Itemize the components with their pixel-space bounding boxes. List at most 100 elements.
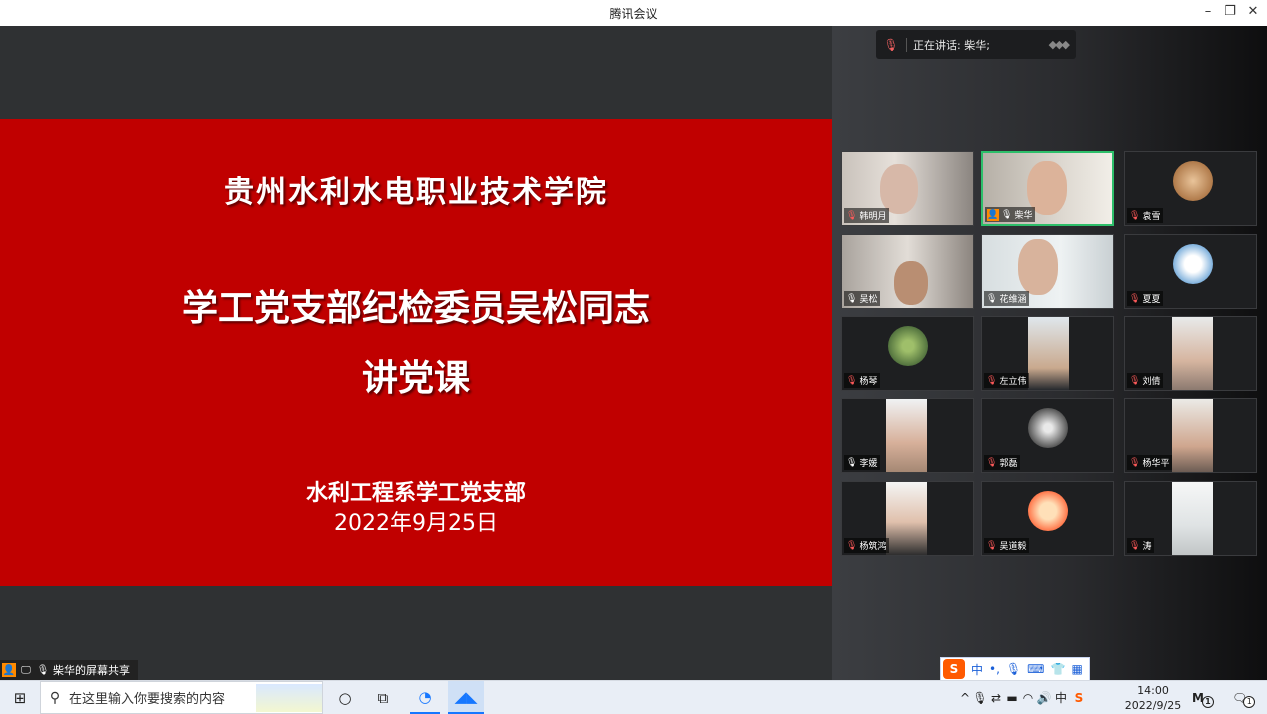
wifi-icon[interactable]: ◠ [1020,691,1036,705]
participant-label: 👤 🎙 柴华 [985,207,1036,222]
audio-wave-icon: ◆◆◆ [1048,38,1070,51]
windows-start-icon[interactable]: ⊞ [6,681,34,714]
presentation-slide: 贵州水利水电职业技术学院 学工党支部纪检委员吴松同志 讲党课 水利工程系学工党支… [0,119,832,586]
meeting-tray-icon[interactable]: M 1 [1192,681,1214,714]
person-face [880,164,918,214]
microphone-icon: 🎙 [846,457,858,468]
network-share-icon[interactable]: ⇄ [988,691,1004,705]
voice-input-icon[interactable]: 🎙 [1006,662,1021,676]
ime-toolbar[interactable]: S 中 •, 🎙 ⌨ 👕 ▦ [940,657,1090,681]
participant-label: 🎙 夏夏 [1127,291,1164,306]
punctuation-icon[interactable]: •, [989,662,1000,676]
video-feed [1172,399,1213,472]
participant-label: 🎙 吴松 [844,291,881,306]
participant-tile[interactable]: 🎙 吴松 [841,234,974,309]
slide-department: 水利工程系学工党支部 [305,481,526,506]
participant-tile[interactable]: 🎙 刘倩 [1124,316,1257,391]
participant-tile[interactable]: 🎙 袁雪 [1124,151,1257,226]
participant-label: 🎙 花维涵 [984,291,1030,306]
participant-label: 🎙 左立伟 [984,373,1030,388]
taskbar: ⊞ ⚲ 在这里输入你要搜索的内容 ○ ⧉ ◔ ◢◣ ^ 🎙 ⇄ ▬ ◠ 🔊 中 … [0,680,1267,714]
system-tray: ^ 🎙 ⇄ ▬ ◠ 🔊 中 S [958,681,1088,714]
slide-headline-line1: 学工党支部纪检委员吴松同志 [181,288,650,329]
tencent-meeting-app-icon[interactable]: ◢◣ [448,681,484,714]
cortana-icon[interactable]: ○ [332,681,358,714]
microphone-icon: 🎙 [986,293,998,304]
search-icon: ⚲ [49,689,61,706]
clock-date: 2022/9/25 [1124,699,1182,712]
participant-tile[interactable]: 🎙 花维涵 [981,234,1114,309]
window-title: 腾讯会议 [609,7,658,21]
sogou-tray-icon[interactable]: S [1070,691,1088,705]
participant-tile-active[interactable]: 👤 🎙 柴华 [981,151,1114,226]
participant-tile[interactable]: 🎙 杨琴 [841,316,974,391]
participant-label: 🎙 郭磊 [984,455,1021,470]
participant-tile[interactable]: 🎙 杨华平 [1124,398,1257,473]
participant-tile[interactable]: 🎙 左立伟 [981,316,1114,391]
keyboard-icon[interactable]: ⌨ [1027,662,1044,676]
speaking-indicator: 🎙 正在讲话: 柴华; ◆◆◆ [876,30,1076,59]
host-icon: 👤 [987,208,999,221]
participant-label: 🎙 涛 [1127,538,1155,553]
input-language[interactable]: 中 [1052,689,1070,706]
user-avatar [1028,491,1068,531]
mic-muted-icon: 🎙 [1129,375,1141,386]
mic-muted-icon: 🎙 [883,37,899,52]
mic-muted-icon: 🎙 [986,375,998,386]
participant-tile[interactable]: 🎙 涛 [1124,481,1257,556]
participant-tile[interactable]: 🎙 郭磊 [981,398,1114,473]
ime-mode[interactable]: 中 [971,661,983,678]
participant-label: 🎙 吴道毅 [984,538,1030,553]
video-feed [886,399,927,472]
taskbar-search[interactable]: ⚲ 在这里输入你要搜索的内容 [40,681,323,714]
microphone-icon: 🎙 [36,664,50,676]
slide-headline-line2: 讲党课 [361,358,470,399]
browser-app-icon[interactable]: ◔ [410,681,440,714]
system-clock[interactable]: 14:00 2022/9/25 [1124,683,1182,713]
slide-date: 2022年9月25日 [334,511,498,536]
search-placeholder: 在这里输入你要搜索的内容 [69,692,226,707]
mic-muted-icon: 🎙 [986,540,998,551]
shared-screen: 贵州水利水电职业技术学院 学工党支部纪检委员吴松同志 讲党课 水利工程系学工党支… [0,26,832,680]
mic-muted-icon: 🎙 [846,540,858,551]
microphone-icon[interactable]: 🎙 [972,691,988,705]
participant-tile[interactable]: 🎙 韩明月 [841,151,974,226]
mic-muted-icon: 🎙 [1129,293,1141,304]
speaking-label: 正在讲话: 柴华; [913,38,990,52]
participant-label: 🎙 刘倩 [1127,373,1164,388]
slide-school-name: 贵州水利水电职业技术学院 [224,175,608,210]
person-face [894,261,928,305]
screen-share-indicator[interactable]: 👤 🖵 🎙 柴华的屏幕共享 [0,660,138,680]
tray-badge: 1 [1201,695,1214,708]
skin-icon[interactable]: 👕 [1050,662,1065,676]
sogou-logo-icon[interactable]: S [943,659,965,679]
microphone-icon: 🎙 [1001,209,1013,220]
toolbox-icon[interactable]: ▦ [1071,662,1082,676]
participant-label: 🎙 袁雪 [1127,208,1164,223]
mic-muted-icon: 🎙 [986,457,998,468]
task-view-icon[interactable]: ⧉ [370,681,396,714]
participant-tile[interactable]: 🎙 吴道毅 [981,481,1114,556]
user-avatar [1173,244,1213,284]
user-avatar [1173,161,1213,201]
participant-tile[interactable]: 🎙 夏夏 [1124,234,1257,309]
participant-label: 🎙 杨华平 [1127,455,1173,470]
mic-muted-icon: 🎙 [1129,540,1141,551]
volume-icon[interactable]: 🔊 [1036,691,1052,705]
restore-button[interactable]: ❐ [1220,4,1240,19]
battery-icon[interactable]: ▬ [1004,691,1020,705]
clock-time: 14:00 [1137,684,1169,697]
action-center[interactable]: 🗨 1 [1232,681,1256,714]
microphone-icon: 🎙 [846,293,858,304]
mic-muted-icon: 🎙 [1129,457,1141,468]
close-button[interactable]: ✕ [1243,4,1263,19]
user-avatar [888,326,928,366]
screen-share-label: 柴华的屏幕共享 [53,664,130,677]
participant-tile[interactable]: 🎙 杨筑鸿 [841,481,974,556]
video-feed [1172,317,1213,390]
chevron-up-icon[interactable]: ^ [958,691,972,705]
minimize-button[interactable]: – [1198,4,1218,19]
mic-muted-icon: 🎙 [1129,210,1141,221]
participant-tile[interactable]: 🎙 李媛 [841,398,974,473]
user-avatar [1028,408,1068,448]
